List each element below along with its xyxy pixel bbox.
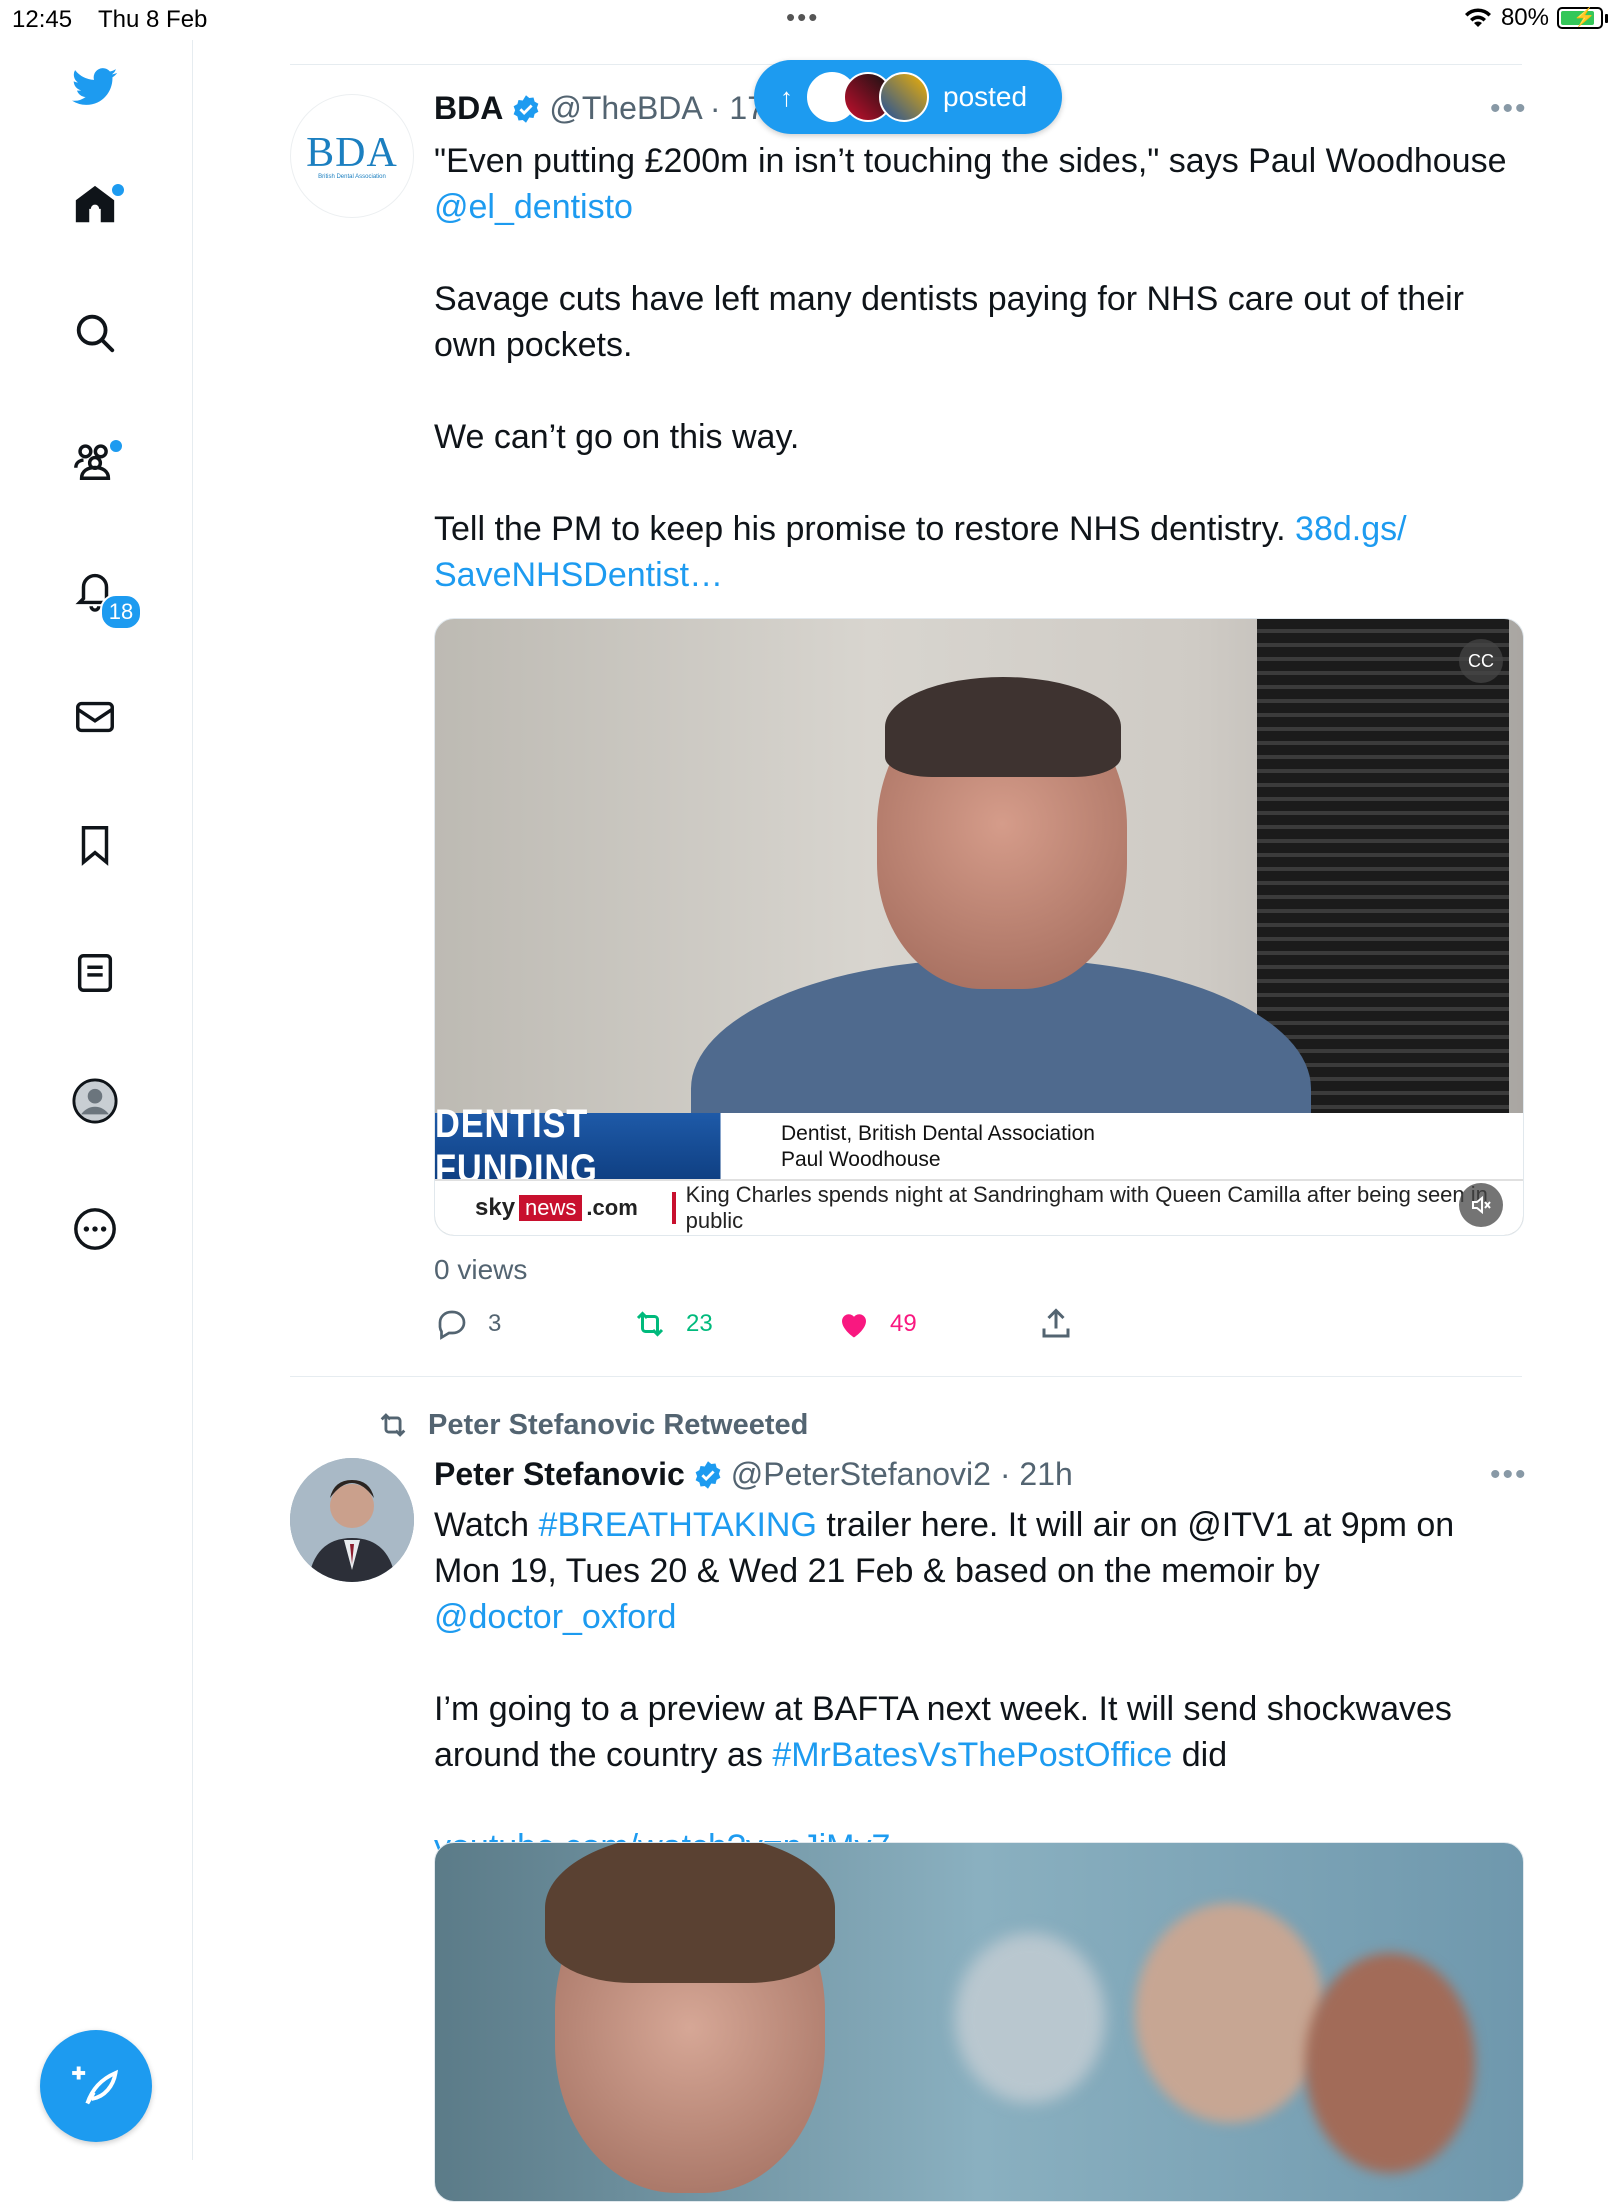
profile-avatar-icon[interactable] <box>70 1076 120 1126</box>
tweet-image[interactable] <box>434 1842 1524 2202</box>
mention-link[interactable]: @doctor_oxford <box>434 1598 676 1636</box>
new-posts-pill[interactable]: ↑ posted <box>754 60 1062 134</box>
home-unread-dot <box>110 182 126 198</box>
like-count: 49 <box>890 1310 917 1337</box>
tweet-video[interactable]: CC DENTIST FUNDING Dentist, British Dent… <box>434 618 1524 1236</box>
mute-icon[interactable] <box>1459 1183 1503 1227</box>
tweet-more-icon[interactable]: ••• <box>1490 92 1528 126</box>
bookmarks-icon[interactable] <box>70 820 120 870</box>
tweet-more-icon[interactable]: ••• <box>1490 1458 1528 1492</box>
retweeted-by-label: Peter Stefanovic Retweeted <box>376 1408 808 1442</box>
author-name[interactable]: BDA <box>434 90 503 127</box>
search-icon[interactable] <box>70 308 120 358</box>
ticker-text: King Charles spends night at Sandringham… <box>685 1182 1488 1233</box>
retweet-small-icon <box>380 1413 406 1437</box>
arrow-up-icon: ↑ <box>780 81 793 112</box>
multitasking-dots-icon[interactable]: ••• <box>786 2 819 33</box>
lists-icon[interactable] <box>70 948 120 998</box>
communities-icon[interactable] <box>70 436 124 486</box>
tweet-body: "Even putting £200m in isn’t touching th… <box>434 142 1507 594</box>
mention-link[interactable]: @el_dentisto <box>434 188 633 226</box>
news-lower-third: DENTIST FUNDING Dentist, British Dental … <box>435 1102 1523 1191</box>
battery-icon: ⚡ <box>1557 7 1603 29</box>
compose-feather-icon <box>72 2066 119 2105</box>
retweet-icon <box>636 1311 664 1337</box>
peter-stefanovic-avatar[interactable] <box>290 1458 414 1582</box>
tweet-header: BDA @TheBDA · 17 <box>434 90 765 127</box>
bda-avatar[interactable]: BDA British Dental Association <box>290 94 414 218</box>
compose-tweet-button[interactable] <box>40 2030 152 2142</box>
tweet-header: Peter Stefanovic @PeterStefanovi2 · 21h <box>434 1456 1073 1493</box>
tweet-actions: 3 23 49 <box>434 1306 1494 1346</box>
tweet-divider <box>290 1376 1522 1377</box>
window-blinds <box>1257 619 1509 1119</box>
author-name[interactable]: Peter Stefanovic <box>434 1456 685 1493</box>
hashtag-link[interactable]: #BREATHTAKING <box>539 1506 817 1544</box>
wifi-icon <box>1464 8 1491 27</box>
new-posts-label: posted <box>943 81 1028 112</box>
reply-count: 3 <box>488 1310 502 1337</box>
more-options-icon[interactable] <box>70 1204 120 1254</box>
reply-button[interactable]: 3 <box>434 1306 501 1342</box>
share-icon <box>1042 1308 1070 1338</box>
heart-icon <box>842 1314 866 1338</box>
status-date: Thu 8 Feb <box>98 6 208 33</box>
retweet-count: 23 <box>686 1310 713 1337</box>
author-handle[interactable]: @TheBDA · 17 <box>549 90 765 127</box>
notifications-badge: 18 <box>100 594 142 630</box>
hashtag-link[interactable]: #MrBatesVsThePostOffice <box>772 1736 1172 1774</box>
lower-third-caption-2: Paul Woodhouse <box>781 1148 941 1171</box>
news-ticker: sky news .com King Charles spends night at… <box>435 1179 1523 1235</box>
captions-icon[interactable]: CC <box>1459 639 1503 683</box>
like-button[interactable]: 49 <box>836 1306 917 1342</box>
lower-third-caption-1: Dentist, British Dental Association <box>781 1122 1095 1145</box>
status-bar: 12:45 Thu 8 Feb ••• 80% ⚡ <box>0 0 1620 40</box>
author-handle[interactable]: @PeterStefanovi2 · 21h <box>731 1456 1073 1493</box>
communities-unread-dot <box>108 438 124 454</box>
retweet-button[interactable]: 23 <box>632 1306 713 1342</box>
share-button[interactable] <box>1038 1306 1074 1342</box>
verified-badge-icon <box>695 1460 721 1489</box>
verified-badge-icon <box>513 94 539 123</box>
view-count: 0 views <box>434 1254 528 1285</box>
messages-mail-icon[interactable] <box>70 692 120 742</box>
battery-percent: 80% <box>1500 4 1549 31</box>
sidebar: 18 <box>0 40 193 2160</box>
poster-avatar <box>879 72 929 122</box>
status-time: 12:45 <box>12 6 73 33</box>
home-icon[interactable] <box>70 180 126 230</box>
reply-icon <box>438 1310 466 1340</box>
twitter-logo-icon[interactable] <box>70 62 120 112</box>
